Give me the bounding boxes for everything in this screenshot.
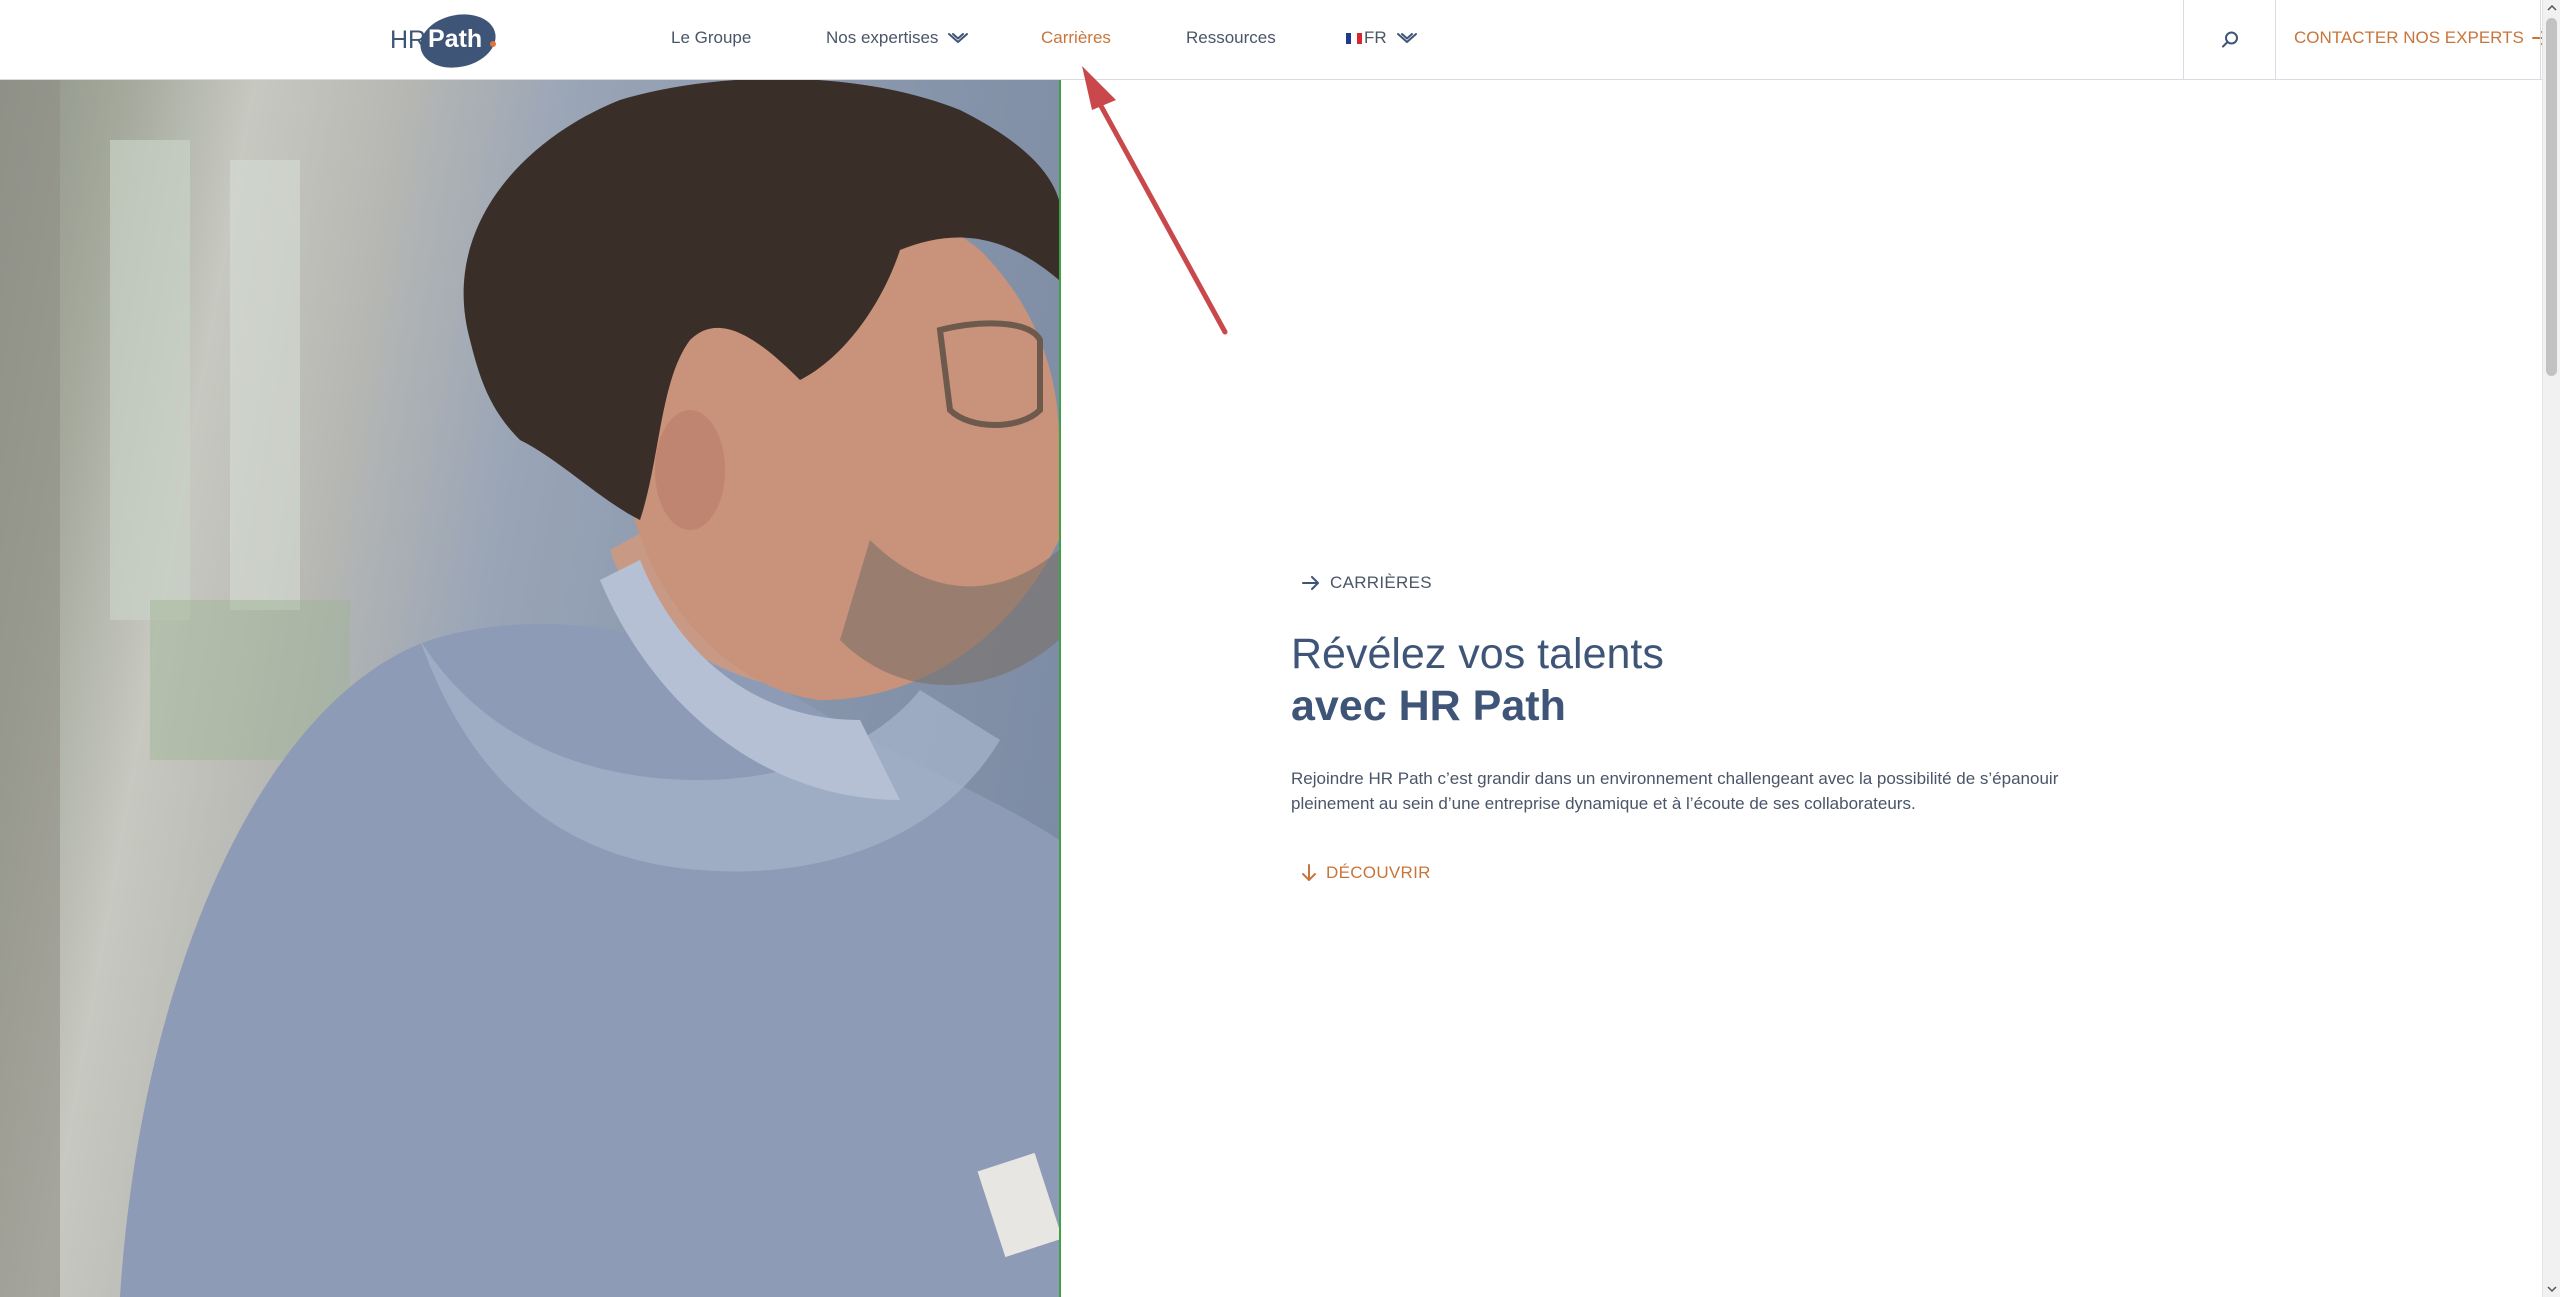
hero-photo <box>0 80 1059 1297</box>
person-photo-illustration <box>0 80 1059 1297</box>
language-selector[interactable]: FR <box>1346 28 1417 48</box>
nav-ressources[interactable]: Ressources <box>1186 28 1276 48</box>
hero-title-line2: avec HR Path <box>1291 682 1566 730</box>
hero-lead-text: Rejoindre HR Path c’est grandir dans un … <box>1291 769 2059 813</box>
scroll-up-icon[interactable] <box>2547 3 2557 13</box>
nav-le-groupe-label: Le Groupe <box>671 28 752 47</box>
annotation-arrow-icon <box>1082 66 1228 335</box>
breadcrumb-carrieres[interactable]: CARRIÈRES <box>1302 573 1432 593</box>
contact-experts-label: CONTACTER NOS EXPERTS <box>2294 28 2524 47</box>
nav-nos-expertises[interactable]: Nos expertises <box>826 28 969 48</box>
scrollbar-thumb[interactable] <box>2546 18 2557 376</box>
search-icon <box>2221 31 2238 48</box>
arrow-down-icon <box>1302 864 1316 881</box>
header-divider <box>2540 0 2541 80</box>
nav-carrieres[interactable]: Carrières <box>1041 28 1111 48</box>
flag-fr-icon <box>1346 32 1362 44</box>
arrow-right-icon <box>1302 576 1319 590</box>
nav-le-groupe[interactable]: Le Groupe <box>671 28 751 48</box>
breadcrumb-label: CARRIÈRES <box>1330 573 1432 592</box>
language-label: FR <box>1364 28 1387 47</box>
chevron-down-icon <box>948 33 969 43</box>
photo-divider <box>1059 80 1061 1297</box>
search-button[interactable] <box>2183 0 2276 80</box>
scroll-down-icon[interactable] <box>2547 1284 2557 1294</box>
discover-label: DÉCOUVRIR <box>1326 863 1431 882</box>
nav-carrieres-label: Carrières <box>1041 28 1111 47</box>
hero-title-line1: Révélez vos talents <box>1291 630 1664 678</box>
site-header: HR Path Le Groupe Nos expertises Carrièr… <box>0 0 2549 80</box>
chevron-down-icon <box>1396 33 1417 43</box>
nav-ressources-label: Ressources <box>1186 28 1276 47</box>
contact-experts-button[interactable]: CONTACTER NOS EXPERTS <box>2294 28 2550 48</box>
page-scrollbar[interactable] <box>2542 0 2560 1297</box>
nav-nos-expertises-label: Nos expertises <box>826 28 939 47</box>
discover-button[interactable]: DÉCOUVRIR <box>1302 863 1431 883</box>
main-nav: Le Groupe Nos expertises Carrières Resso… <box>0 0 1500 80</box>
